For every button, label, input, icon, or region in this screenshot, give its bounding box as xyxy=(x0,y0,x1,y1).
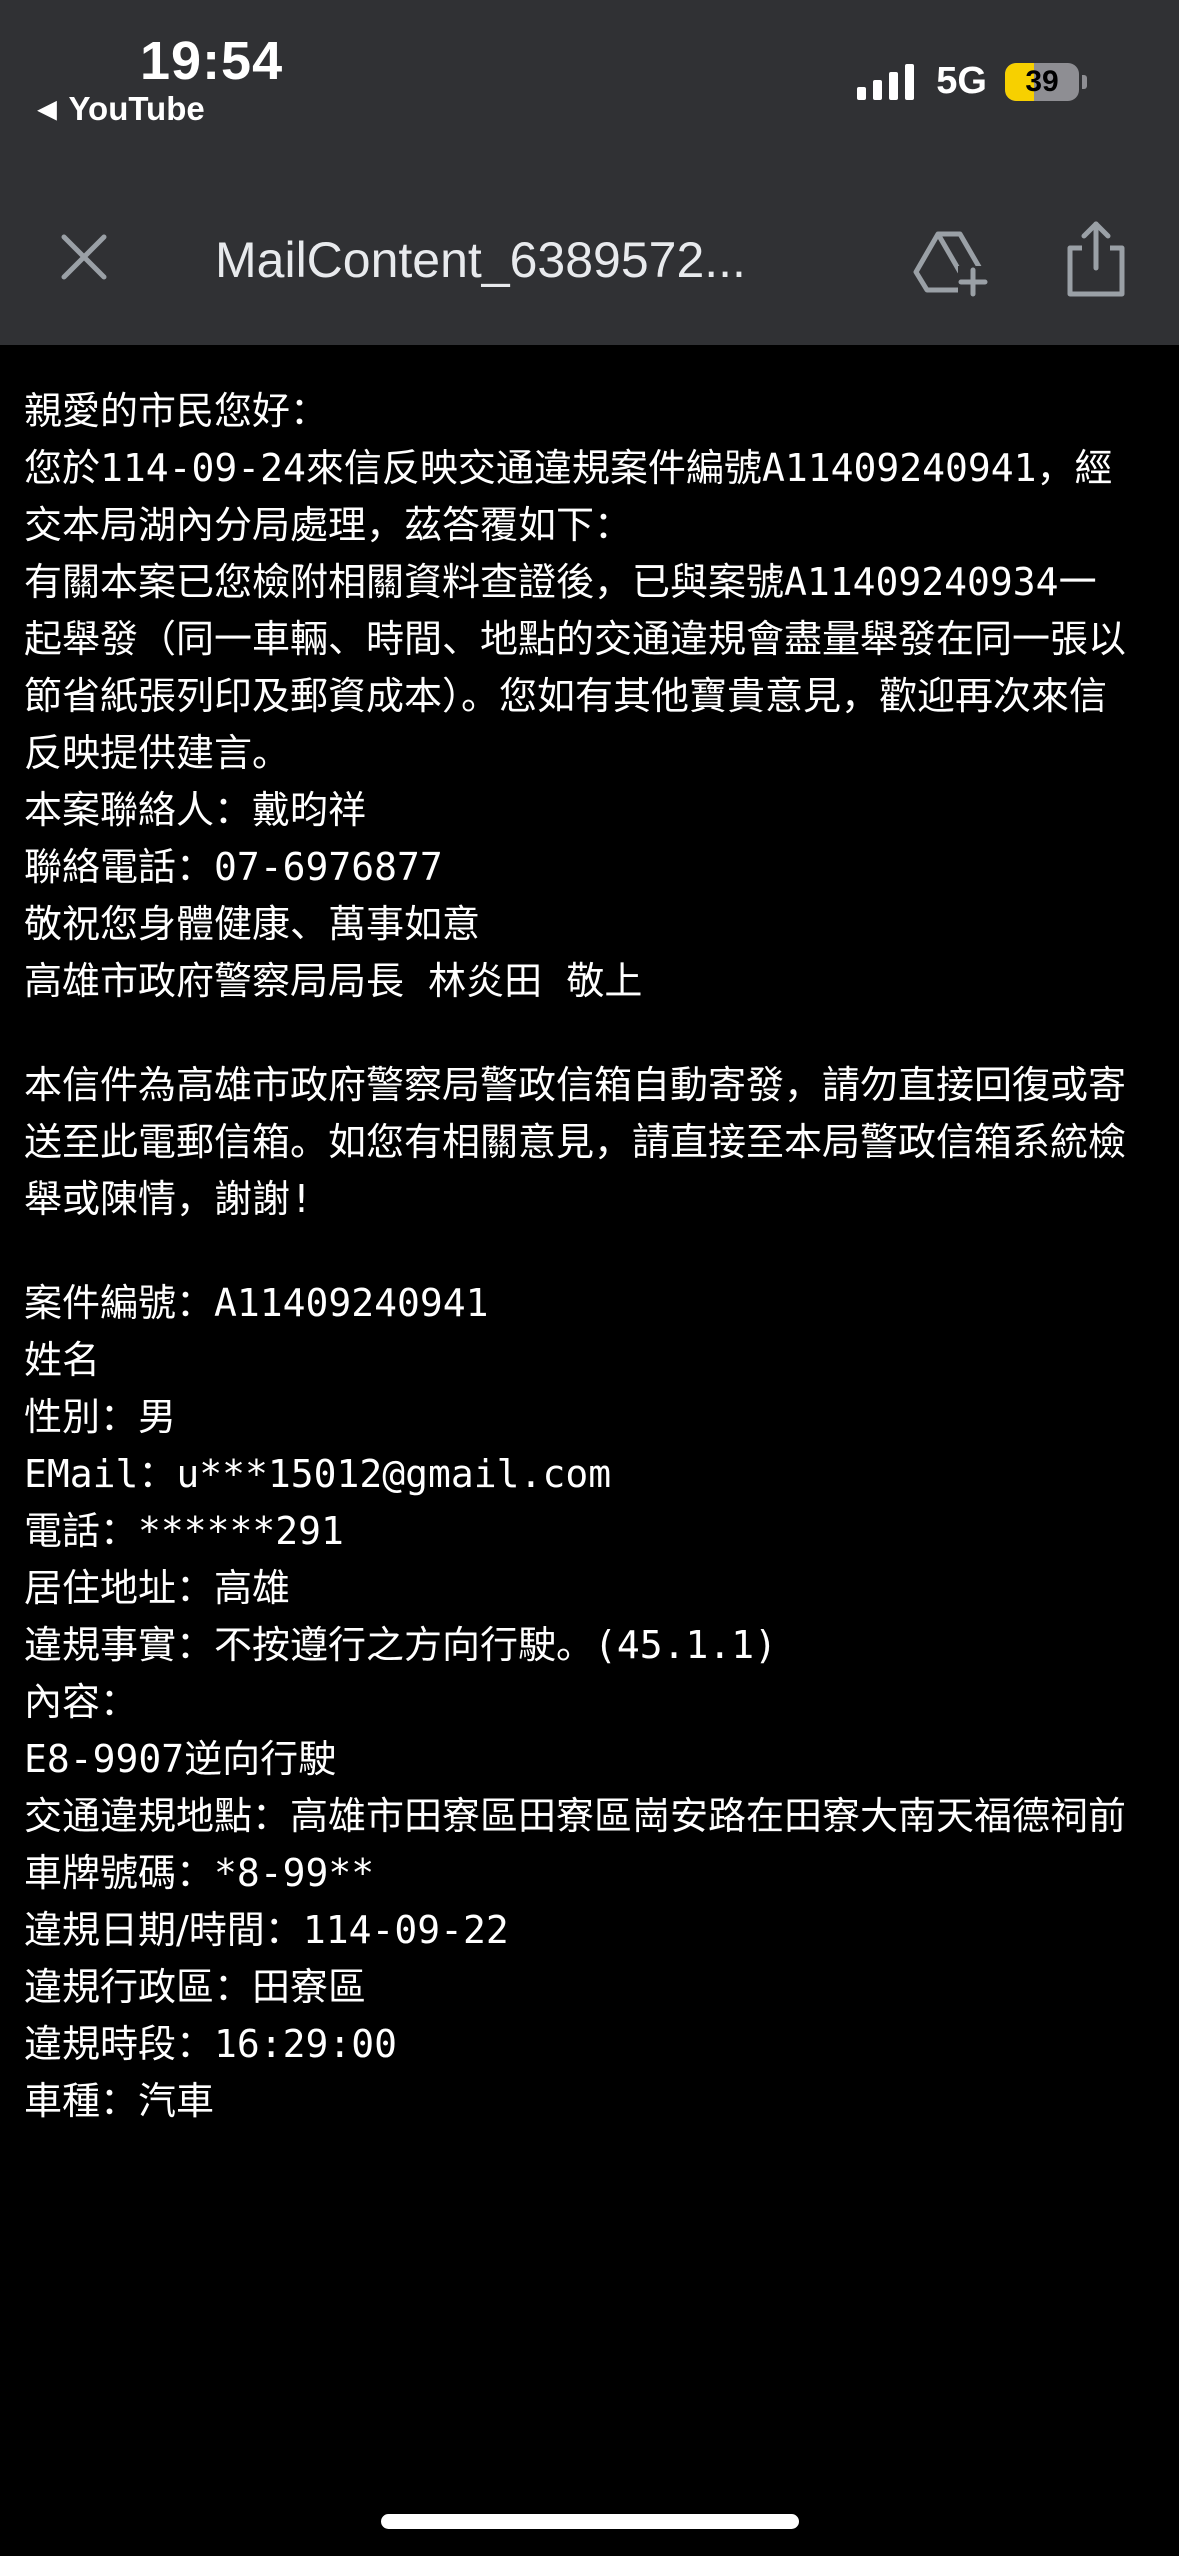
home-indicator[interactable] xyxy=(381,2514,799,2529)
reply-line: 交本局湖內分局處理，茲答覆如下： xyxy=(24,503,633,547)
case-period: 違規時段：16:29:00 xyxy=(24,2022,398,2066)
case-content-label: 內容： xyxy=(24,1680,139,1724)
case-id: 案件編號：A11409240941 xyxy=(24,1281,489,1325)
battery-percentage: 39 xyxy=(1025,64,1059,98)
case-address: 居住地址：高雄 xyxy=(24,1566,291,1610)
case-location: 交通違規地點：高雄市田寮區田寮區崗安路在田寮大南天福德祠前 xyxy=(24,1794,1127,1838)
email-body: 親愛的市民您好： 您於114-09-24來信反映交通違規案件編號A1140924… xyxy=(24,383,1164,2130)
status-indicators: 5G 39 xyxy=(857,60,1087,103)
app-header: 19:54 ◀ YouTube 5G 39 MailContent_638957… xyxy=(0,0,1179,345)
close-icon xyxy=(61,234,107,280)
reply-line: 反映提供建言。 xyxy=(24,731,291,775)
back-app-label: YouTube xyxy=(68,90,205,127)
document-title: MailContent_6389572... xyxy=(215,232,746,288)
notice-line: 本信件為高雄市政府警察局警政信箱自動寄發，請勿直接回復或寄 xyxy=(24,1063,1127,1107)
share-icon xyxy=(1067,221,1125,297)
case-content: E8-9907逆向行駛 xyxy=(24,1737,337,1781)
case-plate: 車牌號碼：*8-99** xyxy=(24,1851,375,1895)
signature: 高雄市政府警察局局長 林炎田 敬上 xyxy=(24,959,643,1003)
contact-person: 本案聯絡人：戴昀祥 xyxy=(24,788,367,832)
case-vehicle: 車種：汽車 xyxy=(24,2079,215,2123)
case-district: 違規行政區：田寮區 xyxy=(24,1965,367,2009)
back-to-app-link[interactable]: ◀ YouTube xyxy=(38,90,205,128)
reply-line: 節省紙張列印及郵資成本）。您如有其他寶貴意見，歡迎再次來信 xyxy=(24,674,1108,718)
reply-line: 您於114-09-24來信反映交通違規案件編號A11409240941，經 xyxy=(24,446,1113,490)
add-to-drive-button[interactable] xyxy=(912,222,988,298)
reply-line: 有關本案已您檢附相關資料查證後，已與案號A11409240934一 xyxy=(24,560,1097,604)
battery-icon: 39 xyxy=(1005,62,1087,101)
back-triangle-icon: ◀ xyxy=(38,95,57,123)
notice-line: 送至此電郵信箱。如您有相關意見，請直接至本局警政信箱系統檢 xyxy=(24,1120,1127,1164)
case-gender: 性別：男 xyxy=(24,1395,177,1439)
network-type: 5G xyxy=(936,60,987,102)
add-to-drive-icon xyxy=(913,231,988,297)
notice-line: 舉或陳情，謝謝! xyxy=(24,1177,313,1221)
case-name: 姓名 xyxy=(24,1338,101,1382)
status-time: 19:54 xyxy=(140,31,284,91)
cellular-signal-icon xyxy=(857,63,915,100)
contact-phone: 聯絡電話：07-6976877 xyxy=(24,845,443,889)
closing: 敬祝您身體健康、萬事如意 xyxy=(24,902,481,946)
reply-line: 起舉發（同一車輛、時間、地點的交通違規會盡量舉發在同一張以 xyxy=(24,617,1127,661)
case-date: 違規日期/時間：114-09-22 xyxy=(24,1908,509,1952)
share-button[interactable] xyxy=(1062,218,1130,300)
greeting: 親愛的市民您好： xyxy=(24,389,329,433)
close-button[interactable] xyxy=(52,225,116,289)
case-violation: 違規事實：不按遵行之方向行駛。(45.1.1) xyxy=(24,1623,778,1667)
case-phone: 電話：******291 xyxy=(24,1509,344,1553)
case-email: EMail：u***15012@gmail.com xyxy=(24,1452,612,1496)
